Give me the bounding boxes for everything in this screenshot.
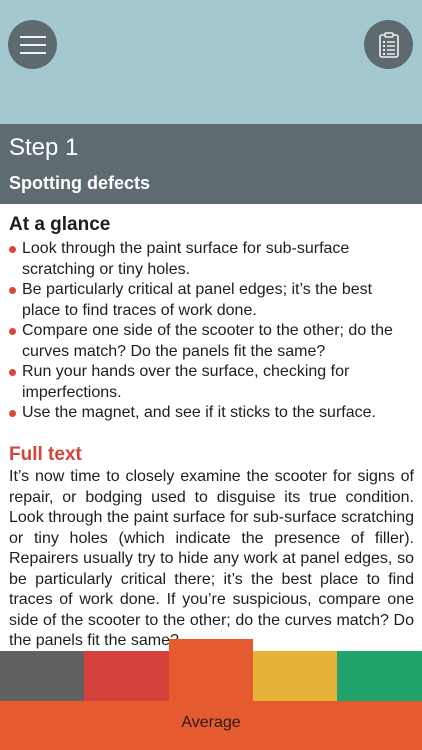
rating-option-3-selected[interactable] — [169, 639, 253, 701]
at-a-glance-heading: At a glance — [9, 214, 111, 235]
full-text-body: It’s now time to closely examine the sco… — [9, 468, 414, 649]
at-a-glance-list: Look through the paint surface for sub-s… — [9, 239, 414, 424]
bullet-dot-icon — [9, 328, 16, 335]
list-item-text: Compare one side of the scooter to the o… — [22, 322, 393, 360]
bullet-dot-icon — [9, 287, 16, 294]
condition-rating-bar: Average — [0, 639, 422, 750]
top-bar — [0, 0, 422, 124]
checklist-button[interactable] — [364, 20, 413, 69]
list-item: Compare one side of the scooter to the o… — [9, 321, 414, 362]
list-item-text: Be particularly critical at panel edges;… — [22, 281, 373, 319]
list-item: Use the magnet, and see if it sticks to … — [9, 403, 414, 424]
rating-option-5[interactable] — [337, 651, 422, 701]
rating-selected-label: Average — [181, 714, 241, 731]
bullet-dot-icon — [9, 410, 16, 417]
bullet-dot-icon — [9, 246, 16, 253]
step-title: Step 1 — [9, 134, 79, 161]
list-item-text: Run your hands over the surface, checkin… — [22, 363, 350, 401]
list-item: Be particularly critical at panel edges;… — [9, 280, 414, 321]
step-subtitle: Spotting defects — [9, 173, 151, 193]
bullet-dot-icon — [9, 369, 16, 376]
clipboard-checklist-icon — [378, 31, 399, 58]
rating-option-2[interactable] — [84, 651, 169, 701]
list-item: Look through the paint surface for sub-s… — [9, 239, 414, 280]
step-content[interactable]: At a glance Look through the paint surfa… — [9, 204, 414, 651]
menu-button[interactable] — [8, 20, 57, 69]
list-item: Run your hands over the surface, checkin… — [9, 362, 414, 403]
rating-option-1[interactable] — [0, 651, 84, 701]
list-item-text: Use the magnet, and see if it sticks to … — [22, 404, 376, 421]
hamburger-menu-icon — [19, 35, 46, 54]
step-header: Step 1 Spotting defects — [0, 124, 422, 204]
list-item-text: Look through the paint surface for sub-s… — [22, 240, 350, 278]
rating-option-4[interactable] — [253, 651, 337, 701]
full-text-heading: Full text — [9, 444, 82, 465]
